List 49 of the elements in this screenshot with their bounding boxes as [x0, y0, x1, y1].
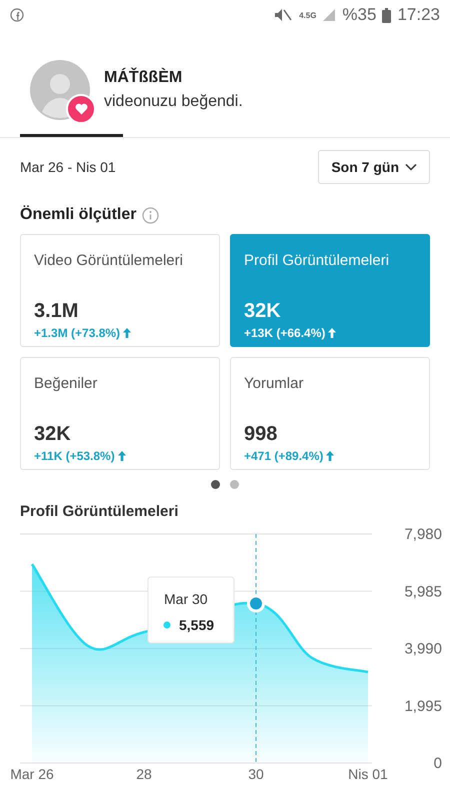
metric-value: 998	[244, 423, 278, 446]
metric-label: Beğeniler	[34, 374, 98, 394]
notification-message: videonuzu beğendi.	[104, 92, 243, 110]
section-title: Önemli ölçütler	[20, 206, 136, 224]
battery-icon	[382, 8, 392, 22]
metric-label: Video Görüntülemeleri	[34, 251, 184, 271]
metric-card[interactable]: Video Görüntülemeleri 3.1M +1.3M (+73.8%)	[20, 234, 220, 347]
metric-label: Profil Görüntülemeleri	[244, 251, 390, 271]
battery-percent: %35	[342, 5, 376, 25]
y-axis-label: 5,985	[404, 583, 442, 600]
metric-label: Yorumlar	[244, 374, 304, 394]
tooltip-date: Mar 30	[164, 591, 208, 607]
metric-card[interactable]: Beğeniler 32K +11K (+53.8%)	[20, 357, 220, 470]
y-axis-label: 0	[434, 755, 442, 772]
network-label: 4.5G	[299, 10, 316, 20]
mute-icon	[273, 8, 294, 22]
y-axis-label: 7,980	[404, 526, 442, 543]
metric-card[interactable]: Yorumlar 998 +471 (+89.4%)	[230, 357, 430, 470]
x-axis-label: Mar 26	[10, 766, 54, 782]
x-axis-label: 30	[248, 766, 264, 782]
metric-value: 32K	[34, 423, 72, 446]
chevron-icon	[405, 163, 417, 171]
facebook-icon	[10, 8, 24, 22]
y-axis-label: 1,995	[404, 698, 442, 715]
info-icon[interactable]	[142, 206, 160, 224]
arrow-up-icon	[123, 328, 132, 338]
x-axis-label: Nis 01	[348, 766, 388, 782]
heart-icon	[74, 102, 88, 114]
metric-change: +13K (+66.4%)	[244, 326, 326, 340]
clock: 17:23	[397, 5, 440, 25]
y-axis-label: 3,990	[404, 640, 442, 658]
metric-value: 32K	[244, 300, 282, 323]
page-dot[interactable]	[211, 480, 220, 489]
tooltip-value: 5,559	[179, 617, 214, 633]
metric-value: 3.1M	[34, 300, 80, 323]
x-axis-label: 28	[136, 766, 152, 782]
period-dropdown[interactable]: Son 7 gün	[318, 150, 430, 184]
page-dot[interactable]	[230, 480, 239, 489]
metric-change: +11K (+53.8%)	[34, 449, 115, 463]
metric-change: +1.3M (+73.8%)	[34, 326, 120, 340]
arrow-up-icon	[328, 328, 336, 338]
metric-change: +471 (+89.4%)	[244, 449, 324, 463]
arrow-up-icon	[118, 451, 126, 461]
arrow-up-icon	[326, 451, 334, 461]
user-name: MÁŤßßÈM	[104, 68, 184, 86]
signal-icon	[322, 8, 336, 22]
date-range: Mar 26 - Nis 01	[20, 159, 116, 175]
data-point[interactable]	[247, 594, 265, 612]
chart-title: Profil Görüntülemeleri	[19, 502, 180, 520]
